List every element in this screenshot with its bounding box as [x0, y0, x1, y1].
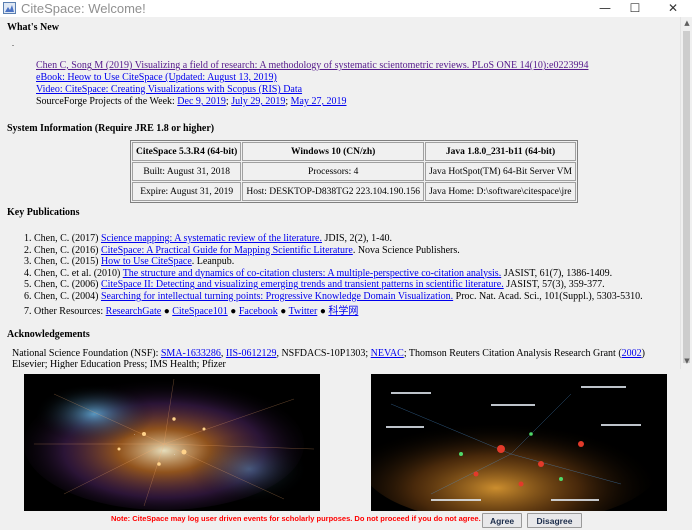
resource-link-researchgate[interactable]: ResearchGate	[106, 306, 162, 317]
nevac-link[interactable]: NEVAC	[371, 348, 404, 359]
whats-new-link-ebook[interactable]: eBook: Heow to Use CiteSpace (Updated: A…	[36, 72, 277, 83]
table-row: Built: August 31, 2018 Processors: 4 Jav…	[132, 162, 576, 181]
window-title: CiteSpace: Welcome!	[21, 1, 146, 16]
vertical-scrollbar[interactable]: ▲ ▼	[680, 17, 692, 369]
bullet-dot: .	[12, 39, 14, 48]
scroll-down-icon[interactable]: ▼	[682, 357, 692, 367]
whats-new-heading: What's New	[7, 22, 59, 33]
disagree-button[interactable]: Disagree	[527, 513, 582, 528]
cocitation-network-image: ··	[24, 374, 320, 511]
whats-new-link-video[interactable]: Video: CiteSpace: Creating Visualization…	[36, 84, 302, 95]
sourceforge-line: SourceForge Projects of the Week: Dec 9,…	[36, 96, 347, 107]
key-publications-heading: Key Publications	[7, 207, 80, 218]
grant-year-link[interactable]: 2002	[622, 348, 642, 359]
table-cell: Built: August 31, 2018	[132, 162, 242, 181]
consent-note: Note: CiteSpace may log user driven even…	[111, 514, 481, 523]
nsf-link-iis[interactable]: IIS-0612129	[226, 348, 277, 359]
resource-link-sciencenet[interactable]: 科学网	[328, 306, 358, 317]
title-bar: CiteSpace: Welcome! — ☐ ✕	[0, 0, 692, 17]
table-cell: Expire: August 31, 2019	[132, 182, 242, 201]
system-info-table: CiteSpace 5.3.R4 (64-bit) Windows 10 (CN…	[130, 140, 578, 203]
table-row: Expire: August 31, 2019 Host: DESKTOP-D8…	[132, 182, 576, 201]
table-row: CiteSpace 5.3.R4 (64-bit) Windows 10 (CN…	[132, 142, 576, 161]
list-item: 1. Chen, C. (2017) Science mapping: A sy…	[24, 233, 392, 244]
list-item: 5. Chen, C. (2006) CiteSpace II: Detecti…	[24, 279, 605, 290]
publication-link[interactable]: Science mapping: A systematic review of …	[101, 233, 322, 244]
timeline-network-image	[371, 374, 667, 511]
close-icon[interactable]: ✕	[658, 0, 688, 17]
publication-link[interactable]: The structure and dynamics of co-citatio…	[123, 268, 502, 279]
svg-text:·: ·	[134, 432, 135, 437]
table-cell: Host: DESKTOP-D838TG2 223.104.190.156	[242, 182, 425, 201]
publication-link[interactable]: How to Use CiteSpace	[101, 256, 192, 267]
minimize-icon[interactable]: —	[590, 0, 620, 17]
agree-button[interactable]: Agree	[482, 513, 522, 528]
citespace-app-icon	[3, 2, 16, 14]
footer-panel: · · Note: CiteSpace may log user driven …	[0, 369, 692, 530]
sourceforge-date-3[interactable]: May 27, 2019	[291, 96, 347, 107]
table-cell: Java Home: D:\software\citespace\jre	[425, 182, 576, 201]
maximize-icon[interactable]: ☐	[620, 0, 650, 17]
list-item: 3. Chen, C. (2015) How to Use CiteSpace.…	[24, 256, 235, 267]
list-item: 7. Other Resources: ResearchGate ● CiteS…	[24, 306, 359, 317]
table-cell: Processors: 4	[242, 162, 425, 181]
publication-link[interactable]: CiteSpace: A Practical Guide for Mapping…	[101, 245, 353, 256]
acknowledgements-line-2: Elsevier; Higher Education Press; IMS He…	[12, 359, 226, 369]
table-cell: CiteSpace 5.3.R4 (64-bit)	[132, 142, 242, 161]
list-item: 2. Chen, C. (2016) CiteSpace: A Practica…	[24, 244, 460, 256]
publication-link[interactable]: CiteSpace II: Detecting and visualizing …	[101, 279, 504, 290]
svg-text:·: ·	[174, 452, 175, 457]
whats-new-link-paper[interactable]: Chen C, Song M (2019) Visualizing a fiel…	[36, 60, 588, 71]
publication-link[interactable]: Searching for intellectual turning point…	[101, 291, 453, 302]
resource-link-twitter[interactable]: Twitter	[289, 306, 318, 317]
sourceforge-date-2[interactable]: July 29, 2019	[231, 96, 285, 107]
sourceforge-label: SourceForge Projects of the Week:	[36, 96, 175, 107]
resource-link-citespace101[interactable]: CiteSpace101	[172, 306, 228, 317]
acknowledgements-line-1: National Science Foundation (NSF): SMA-1…	[12, 348, 645, 359]
table-cell: Windows 10 (CN/zh)	[242, 142, 425, 161]
table-cell: Java 1.8.0_231-b11 (64-bit)	[425, 142, 576, 161]
publications-list: 1. Chen, C. (2017) Science mapping: A sy…	[24, 233, 643, 317]
welcome-content-pane[interactable]: What's New . Chen C, Song M (2019) Visua…	[0, 17, 680, 369]
sourceforge-date-1[interactable]: Dec 9, 2019	[177, 96, 226, 107]
list-item: 4. Chen, C. et al. (2010) The structure …	[24, 267, 613, 279]
acknowledgements-heading: Acknowledgements	[7, 329, 90, 340]
system-info-heading: System Information (Require JRE 1.8 or h…	[7, 123, 215, 134]
scroll-up-icon[interactable]: ▲	[682, 19, 692, 29]
table-cell: Java HotSpot(TM) 64-Bit Server VM	[425, 162, 576, 181]
list-item: 6. Chen, C. (2004) Searching for intelle…	[24, 290, 643, 302]
resource-link-facebook[interactable]: Facebook	[239, 306, 278, 317]
nsf-link-sma[interactable]: SMA-1633286	[161, 348, 221, 359]
scrollbar-thumb[interactable]	[683, 31, 690, 363]
